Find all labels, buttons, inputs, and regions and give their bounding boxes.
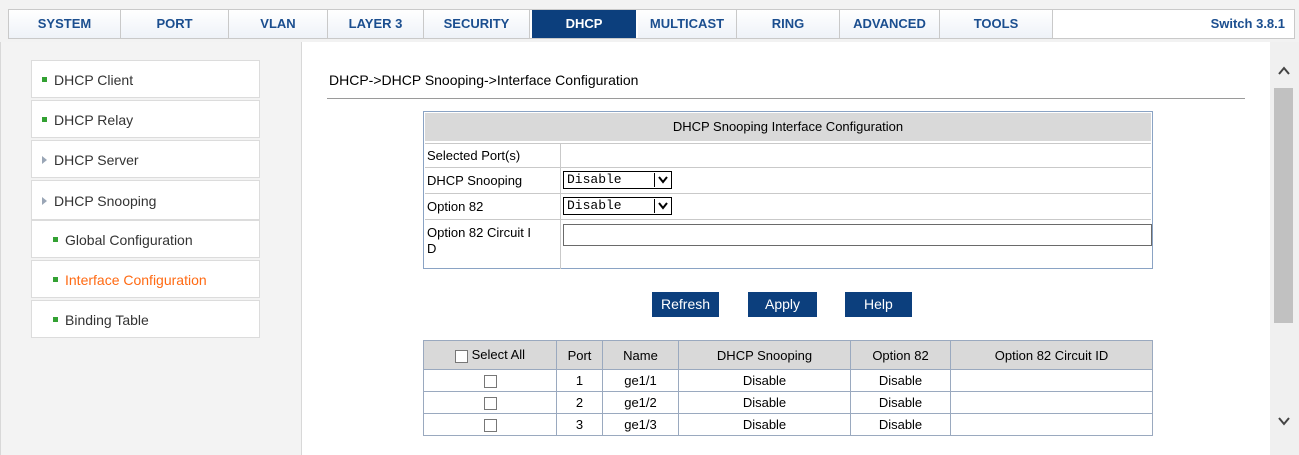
main-content: DHCP->DHCP Snooping->Interface Configura… [302, 42, 1270, 455]
tab-multicast[interactable]: MULTICAST [638, 10, 737, 38]
option82-cell: Disable [850, 391, 951, 414]
table-header-row: Select All Port Name DHCP Snooping Optio… [423, 340, 1153, 370]
sidebar-item-label: Interface Configuration [65, 272, 207, 288]
sidebar-item-dhcp-client[interactable]: DHCP Client [31, 60, 260, 98]
row-checkbox-cell [423, 391, 557, 414]
sidebar-item-label: DHCP Server [54, 152, 139, 168]
scroll-down-icon[interactable] [1277, 415, 1293, 429]
version-label: Switch 3.8.1 [1210, 16, 1285, 31]
row-dhcp-snooping: DHCP Snooping Disable [425, 167, 1151, 194]
bullet-icon [53, 277, 58, 282]
select-all-header: Select All [423, 340, 557, 370]
table-row[interactable]: 2 ge1/2 Disable Disable [423, 391, 1153, 414]
top-navigation: SYSTEM PORT VLAN LAYER 3 SECURITY DHCP M… [0, 0, 1299, 42]
sidebar-item-dhcp-server[interactable]: DHCP Server [31, 140, 260, 178]
bullet-icon [53, 317, 58, 322]
bullet-icon [42, 77, 47, 82]
tab-system[interactable]: SYSTEM [9, 10, 121, 38]
column-header: Option 82 [850, 340, 951, 370]
refresh-button[interactable]: Refresh [652, 292, 720, 317]
tab-port[interactable]: PORT [121, 10, 229, 38]
column-header: Port [556, 340, 603, 370]
help-button[interactable]: Help [845, 292, 912, 317]
port-table: Select All Port Name DHCP Snooping Optio… [423, 340, 1153, 436]
circuit-id-input[interactable] [563, 224, 1152, 246]
snooping-cell: Disable [678, 369, 851, 392]
row-option-82: Option 82 Disable [425, 193, 1151, 220]
table-row[interactable]: 3 ge1/3 Disable Disable [423, 413, 1153, 436]
column-header: Name [602, 340, 679, 370]
row-checkbox-cell [423, 413, 557, 436]
sidebar-item-global-configuration[interactable]: Global Configuration [31, 220, 260, 258]
name-cell: ge1/3 [602, 413, 679, 436]
row-checkbox[interactable] [483, 397, 497, 411]
dhcp-snooping-select[interactable]: Disable [563, 171, 672, 189]
select-all-checkbox[interactable] [454, 349, 468, 363]
scroll-up-icon[interactable] [1277, 65, 1293, 79]
table-row[interactable]: 1 ge1/1 Disable Disable [423, 369, 1153, 392]
sidebar-item-label: DHCP Snooping [54, 193, 157, 209]
divider [327, 98, 1245, 99]
column-header: DHCP Snooping [678, 340, 851, 370]
column-header: Option 82 Circuit ID [950, 340, 1153, 370]
scrollbar-thumb[interactable] [1274, 88, 1293, 323]
config-panel-title: DHCP Snooping Interface Configuration [425, 113, 1151, 141]
tab-ring[interactable]: RING [737, 10, 840, 38]
expand-arrow-icon [42, 156, 47, 164]
sidebar-item-dhcp-relay[interactable]: DHCP Relay [31, 100, 260, 138]
chevron-down-icon [654, 199, 670, 213]
expand-arrow-icon [42, 197, 47, 205]
circuit-cell [950, 391, 1153, 414]
bullet-icon [53, 237, 58, 242]
tab-layer3[interactable]: LAYER 3 [328, 10, 424, 38]
circuit-id-label: Option 82 Circuit I D [427, 220, 561, 269]
tab-tools[interactable]: TOOLS [940, 10, 1053, 38]
row-selected-ports: Selected Port(s) [425, 143, 1151, 168]
sidebar-item-label: Binding Table [65, 312, 149, 328]
sidebar-item-binding-table[interactable]: Binding Table [31, 300, 260, 338]
sidebar-item-dhcp-snooping[interactable]: DHCP Snooping [31, 180, 260, 220]
breadcrumb: DHCP->DHCP Snooping->Interface Configura… [329, 72, 639, 88]
tab-vlan[interactable]: VLAN [229, 10, 328, 38]
circuit-id-label-line2: D [427, 241, 437, 256]
select-all-label: Select All [471, 347, 526, 363]
tab-advanced[interactable]: ADVANCED [840, 10, 940, 38]
dhcp-snooping-select-value: Disable [567, 172, 622, 187]
option82-cell: Disable [850, 413, 951, 436]
port-cell: 1 [556, 369, 603, 392]
option-82-select[interactable]: Disable [563, 197, 672, 215]
tab-security[interactable]: SECURITY [424, 10, 530, 38]
dhcp-snooping-label: DHCP Snooping [427, 168, 561, 194]
snooping-cell: Disable [678, 391, 851, 414]
row-checkbox[interactable] [483, 375, 497, 389]
port-cell: 2 [556, 391, 603, 414]
sidebar-item-label: DHCP Relay [54, 112, 134, 128]
circuit-cell [950, 369, 1153, 392]
bullet-icon [42, 117, 47, 122]
port-cell: 3 [556, 413, 603, 436]
sidebar-item-label: DHCP Client [54, 72, 134, 88]
sidebar-item-interface-configuration[interactable]: Interface Configuration [31, 260, 260, 298]
name-cell: ge1/2 [602, 391, 679, 414]
chevron-down-icon [654, 173, 670, 187]
circuit-cell [950, 413, 1153, 436]
config-panel: DHCP Snooping Interface Configuration Se… [423, 111, 1153, 269]
row-checkbox-cell [423, 369, 557, 392]
vertical-scrollbar[interactable] [1270, 42, 1299, 455]
sidebar-item-label: Global Configuration [65, 232, 193, 248]
tab-dhcp[interactable]: DHCP [532, 10, 636, 38]
row-circuit-id: Option 82 Circuit I D [425, 219, 1152, 269]
option82-cell: Disable [850, 369, 951, 392]
option-82-select-value: Disable [567, 198, 622, 213]
selected-ports-label: Selected Port(s) [427, 144, 561, 168]
sidebar: DHCP Client DHCP Relay DHCP Server DHCP … [0, 42, 302, 455]
name-cell: ge1/1 [602, 369, 679, 392]
snooping-cell: Disable [678, 413, 851, 436]
apply-button[interactable]: Apply [748, 292, 818, 317]
option-82-label: Option 82 [427, 194, 561, 220]
circuit-id-label-line1: Option 82 Circuit I [427, 225, 532, 240]
row-checkbox[interactable] [483, 419, 497, 433]
